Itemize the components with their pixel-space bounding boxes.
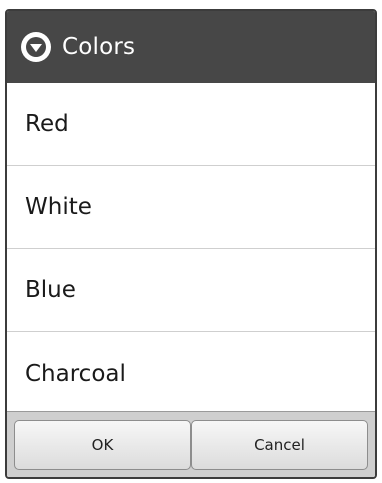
list-item-blue[interactable]: Blue xyxy=(7,249,375,332)
dialog-titlebar: Colors xyxy=(7,11,375,83)
list-item-label: White xyxy=(25,194,92,220)
dialog-title: Colors xyxy=(62,34,136,60)
list-item-label: Charcoal xyxy=(25,360,126,387)
ok-button[interactable]: OK xyxy=(14,419,191,470)
chevron-down-circle-icon xyxy=(20,31,52,63)
cancel-button[interactable]: Cancel xyxy=(191,419,368,470)
list-item-white[interactable]: White xyxy=(7,166,375,249)
dialog-button-bar: OK Cancel xyxy=(7,411,375,477)
color-list: Red White Blue Charcoal xyxy=(7,83,375,415)
list-item-charcoal[interactable]: Charcoal xyxy=(7,332,375,415)
list-item-label: Red xyxy=(25,111,69,137)
list-item-label: Blue xyxy=(25,277,76,303)
list-item-red[interactable]: Red xyxy=(7,83,375,166)
colors-dialog: Colors Red White Blue Charcoal OK Cancel xyxy=(5,9,377,479)
